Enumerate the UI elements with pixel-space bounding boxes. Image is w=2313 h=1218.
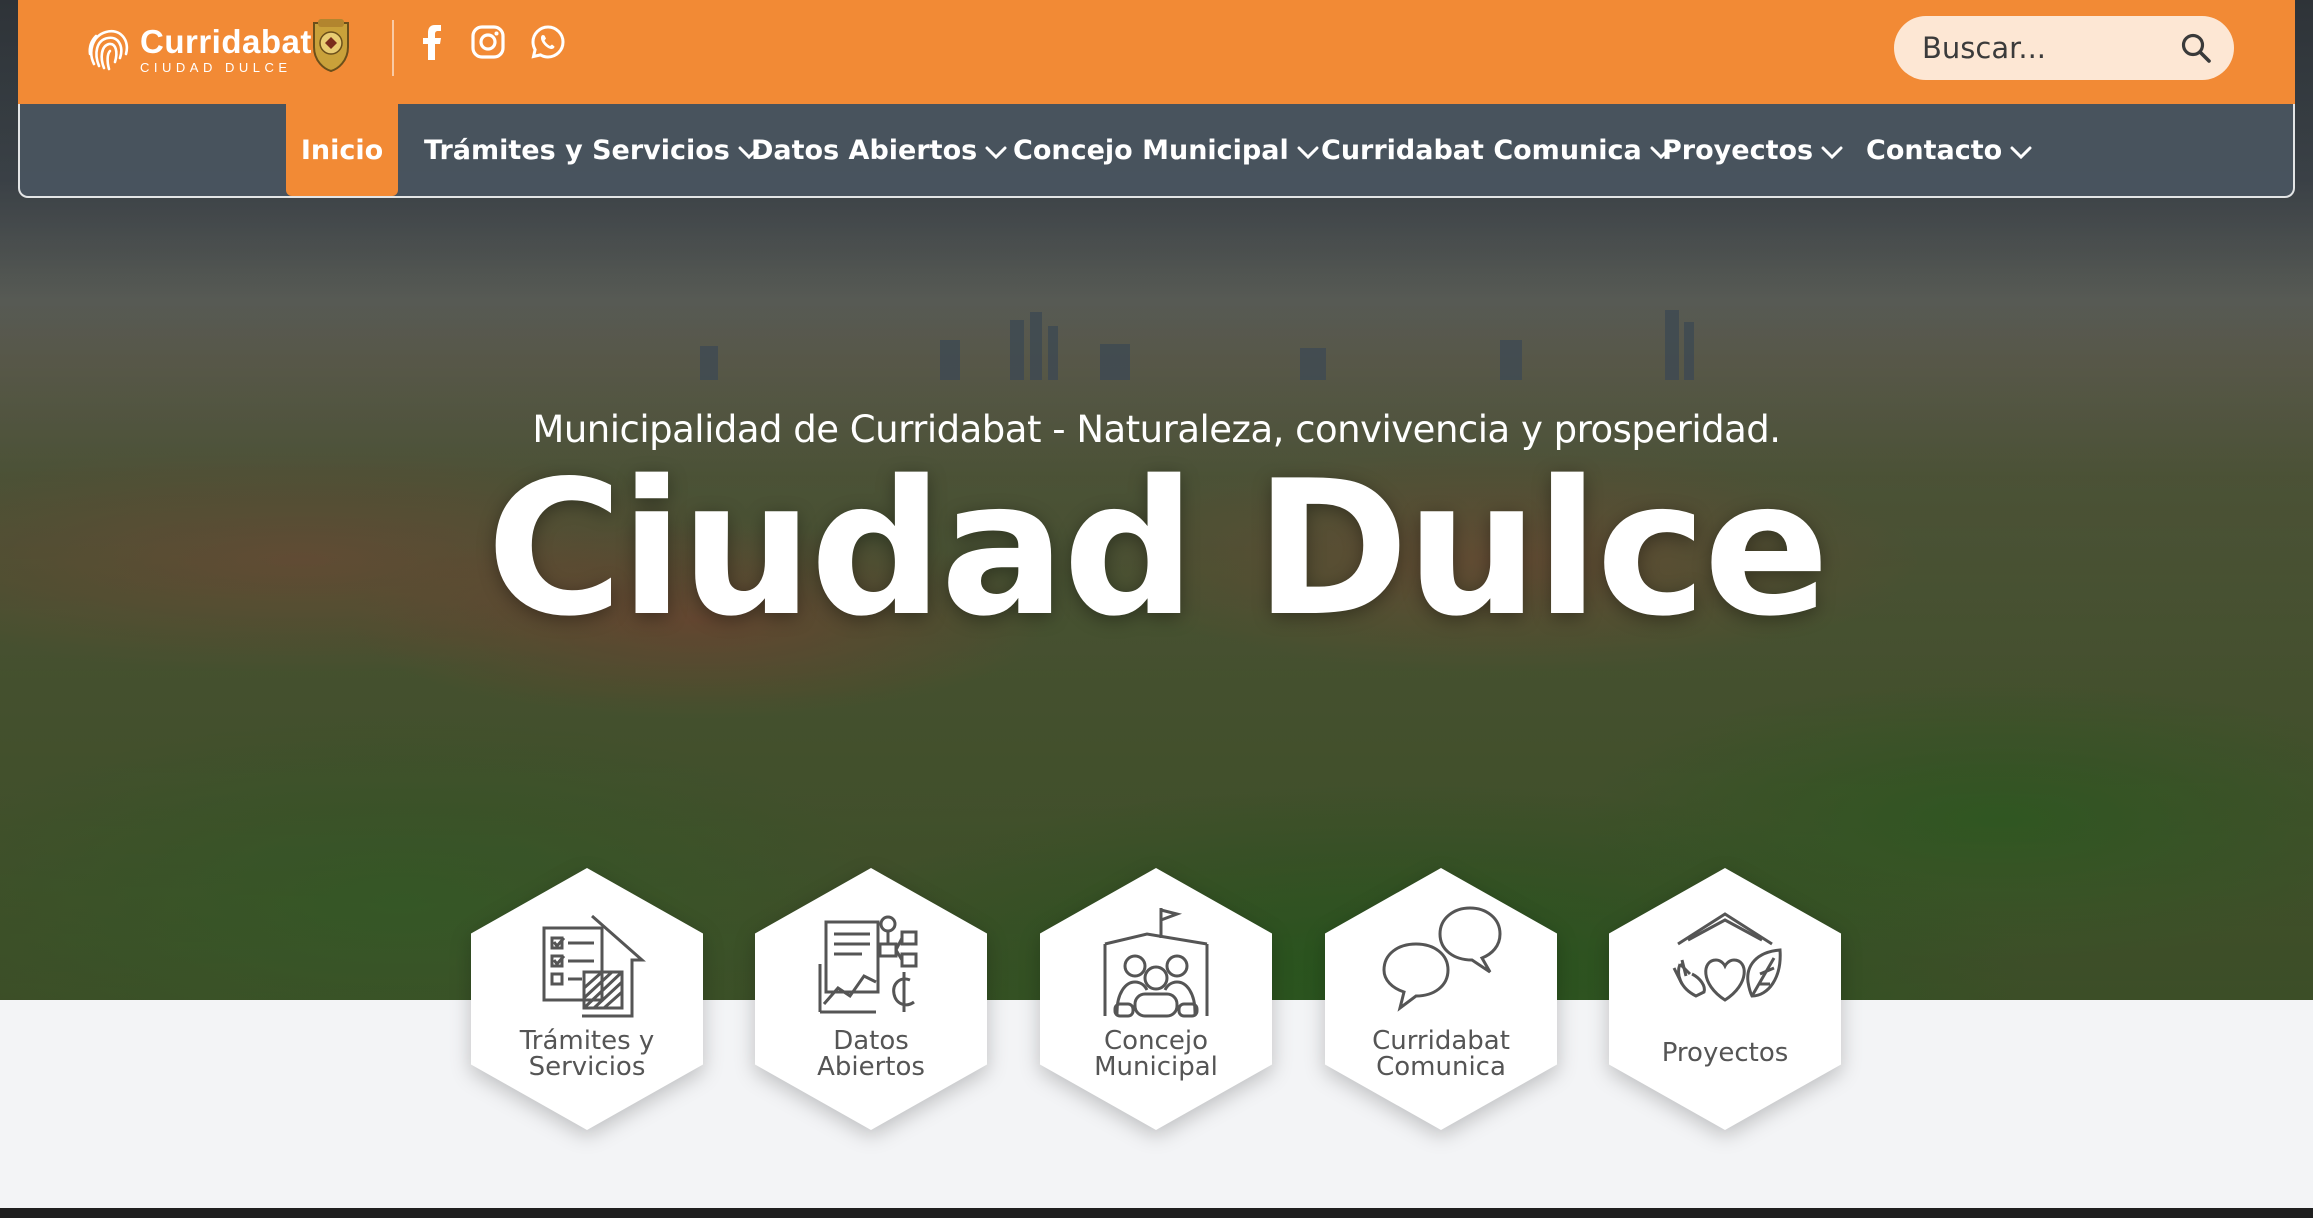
nav-item-proyectos[interactable]: Proyectos bbox=[1662, 104, 1843, 196]
checklist-house-icon bbox=[542, 914, 646, 1018]
hero-title: Ciudad Dulce bbox=[486, 440, 1829, 657]
chevron-down-icon bbox=[985, 146, 1007, 160]
nav-item-tramites-servicios[interactable]: Trámites y Servicios bbox=[424, 104, 760, 196]
nav-item-contacto[interactable]: Contacto bbox=[1866, 104, 2032, 196]
instagram-icon[interactable] bbox=[470, 24, 506, 60]
card-datos-abiertos[interactable]: Datos Abiertos bbox=[755, 868, 987, 1130]
card-tramites-servicios[interactable]: Trámites y Servicios bbox=[471, 868, 703, 1130]
card-label: Proyectos bbox=[1661, 1038, 1789, 1068]
card-label: Abiertos bbox=[817, 1052, 925, 1082]
card-label: Servicios bbox=[528, 1052, 646, 1082]
whatsapp-icon[interactable] bbox=[530, 24, 566, 60]
chevron-down-icon bbox=[1297, 146, 1319, 160]
chevron-down-icon bbox=[2010, 146, 2032, 160]
municipal-seal-icon bbox=[313, 19, 349, 73]
card-proyectos[interactable]: Proyectos bbox=[1609, 868, 1841, 1130]
card-label: Comunica bbox=[1376, 1052, 1506, 1082]
header-divider bbox=[392, 20, 394, 76]
top-bar: Curridabat CIUDAD DULCE bbox=[18, 0, 2295, 104]
facebook-icon[interactable] bbox=[414, 24, 450, 60]
card-label: Curridabat bbox=[1372, 1026, 1510, 1056]
council-people-icon bbox=[1103, 908, 1209, 1018]
nav-item-concejo-municipal[interactable]: Concejo Municipal bbox=[1013, 104, 1319, 196]
nav-label: Concejo Municipal bbox=[1013, 134, 1289, 166]
card-curridabat-comunica[interactable]: Curridabat Comunica bbox=[1325, 868, 1557, 1130]
card-label: Trámites y bbox=[519, 1026, 655, 1056]
heart-leaf-icon bbox=[1672, 912, 1782, 1002]
nav-item-curridabat-comunica[interactable]: Curridabat Comunica bbox=[1321, 104, 1672, 196]
card-label: Datos bbox=[833, 1026, 909, 1056]
nav-label: Datos Abiertos bbox=[751, 134, 978, 166]
nav-label: Trámites y Servicios bbox=[424, 134, 730, 166]
city-skyline bbox=[700, 310, 1694, 380]
brand-title: Curridabat bbox=[140, 22, 312, 60]
card-label: Concejo bbox=[1104, 1026, 1208, 1056]
data-chart-icon bbox=[818, 915, 918, 1014]
nav-label: Proyectos bbox=[1662, 134, 1814, 166]
main-navigation: Inicio Trámites y Servicios Datos Abiert… bbox=[18, 104, 2295, 198]
card-label: Municipal bbox=[1094, 1052, 1218, 1082]
brand-subtitle: CIUDAD DULCE bbox=[140, 59, 292, 75]
fingerprint-logo-icon bbox=[88, 29, 129, 71]
card-concejo-municipal[interactable]: Concejo Municipal bbox=[1040, 868, 1272, 1130]
nav-item-inicio[interactable]: Inicio bbox=[286, 104, 398, 196]
search-icon[interactable] bbox=[2180, 32, 2212, 64]
nav-label: Contacto bbox=[1866, 134, 2003, 166]
bottom-strip bbox=[0, 1208, 2313, 1218]
search-input[interactable] bbox=[1922, 31, 2182, 65]
chat-bubbles-icon bbox=[1382, 906, 1502, 1012]
nav-label: Inicio bbox=[300, 134, 384, 166]
brand-logo[interactable]: Curridabat CIUDAD DULCE bbox=[84, 18, 312, 80]
search-box[interactable] bbox=[1894, 16, 2234, 80]
chevron-down-icon bbox=[1821, 146, 1843, 160]
nav-label: Curridabat Comunica bbox=[1321, 134, 1642, 166]
nav-item-datos-abiertos[interactable]: Datos Abiertos bbox=[751, 104, 1007, 196]
